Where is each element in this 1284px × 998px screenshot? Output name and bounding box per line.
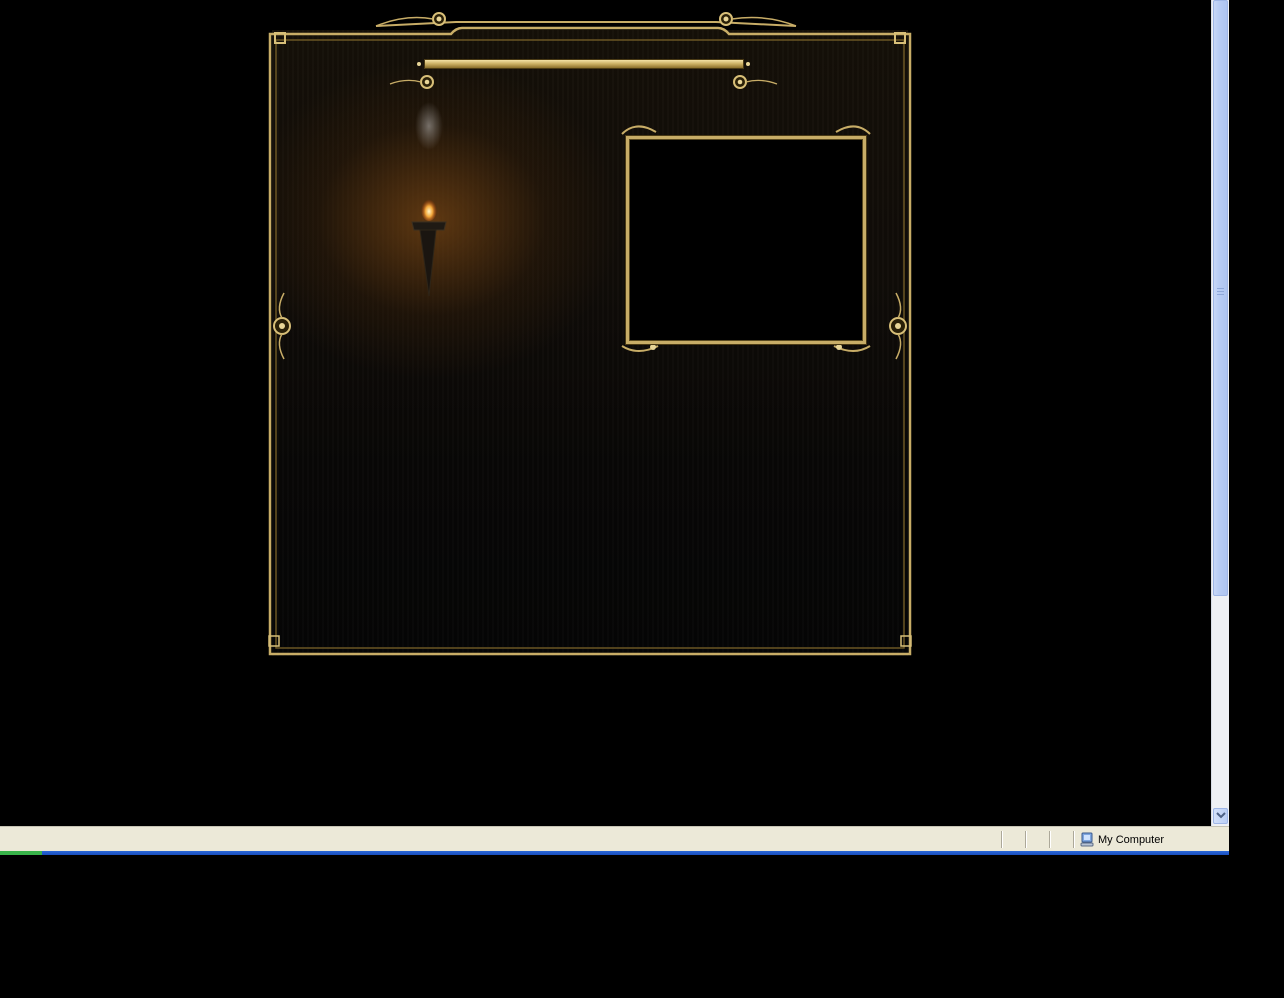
progress-fill: [0, 851, 42, 855]
zone-label: My Computer: [1098, 834, 1165, 846]
computer-icon: [1080, 832, 1094, 847]
taskbar-strip: [0, 851, 1229, 855]
status-bar: My Computer: [0, 826, 1229, 851]
scroll-down-button[interactable]: [1213, 808, 1228, 824]
scroll-thumb[interactable]: [1213, 0, 1228, 596]
browser-viewport: [0, 0, 1211, 826]
chevron-down-icon: [1216, 812, 1226, 819]
screen: My Computer: [0, 0, 1284, 998]
game-canvas[interactable]: [266, 8, 914, 656]
torch-icon: [411, 102, 447, 297]
inner-dialog-window[interactable]: [626, 136, 866, 344]
vertical-scrollbar[interactable]: [1211, 0, 1229, 826]
title-bar: [424, 59, 744, 69]
security-zone: My Computer: [1080, 832, 1164, 848]
